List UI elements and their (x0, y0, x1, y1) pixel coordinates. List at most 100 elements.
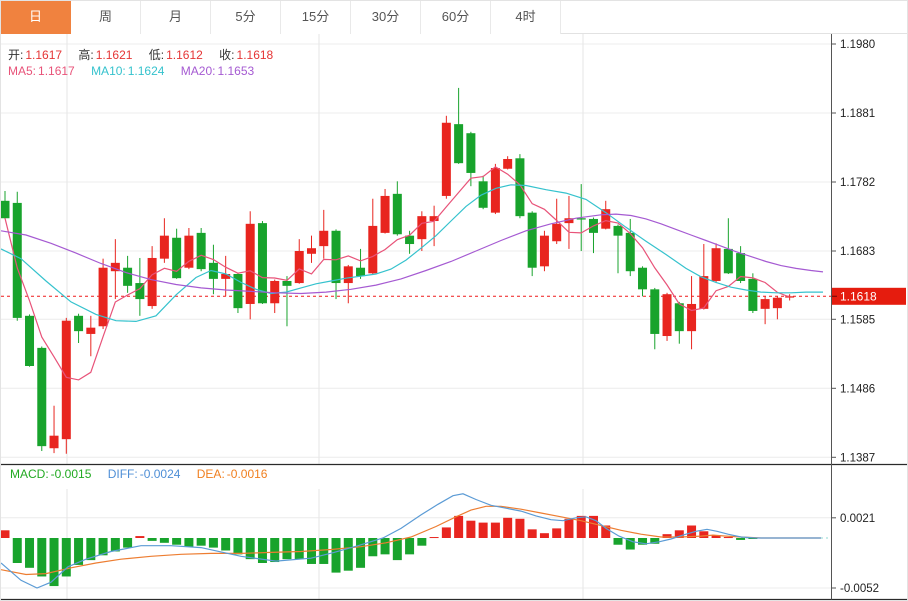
ma20-readout: MA20:1.1653 (181, 64, 254, 78)
macd-bar (197, 538, 206, 546)
candle-body (13, 203, 22, 318)
candle-body (148, 258, 157, 306)
chart-frame (1, 34, 908, 600)
close-readout: 收:1.1618 (219, 48, 273, 62)
candle-body (675, 303, 684, 331)
candle-body (356, 268, 365, 276)
candle-body (74, 316, 83, 331)
macd-bar (282, 538, 291, 559)
candle-body (332, 231, 341, 283)
candle-body (282, 281, 291, 286)
axis-label: 0.0021 (840, 513, 875, 525)
candle-body (344, 266, 353, 283)
macd-bar (614, 538, 623, 545)
macd-bar (724, 537, 733, 538)
macd-bar (135, 536, 144, 538)
macd-bar (577, 516, 586, 538)
candle-body (515, 158, 524, 216)
candle-body (454, 124, 463, 163)
axis-label: 1.1782 (840, 177, 875, 189)
macd-bar (491, 523, 500, 538)
macd-bar (381, 538, 390, 554)
candle-body (37, 348, 46, 446)
macd-bar (25, 538, 34, 568)
macd-readout: MACD:-0.0015 DIFF:-0.0024 DEA:-0.0016 (10, 467, 280, 481)
ohlc-readout: 开:1.1617 高:1.1621 低:1.1612 收:1.1618 (8, 46, 286, 63)
macd-bar (699, 531, 708, 538)
candle-body (381, 196, 390, 233)
candle-body (687, 304, 696, 331)
gridlines (1, 34, 831, 599)
candle-body (221, 274, 230, 279)
macd-bar (233, 538, 242, 554)
candle-body (307, 248, 316, 254)
candle-body (552, 224, 561, 241)
candle-body (528, 213, 537, 268)
candle-body (712, 248, 721, 281)
tab-week[interactable]: 周 (71, 1, 141, 34)
candle-body (62, 321, 71, 439)
macd-value-readout: MACD:-0.0015 (10, 467, 91, 481)
candle-body (773, 298, 782, 308)
tab-month[interactable]: 月 (141, 1, 211, 34)
macd-bar (148, 538, 157, 541)
open-readout: 开:1.1617 (8, 48, 62, 62)
candlestick-macd-chart[interactable]: 1.19801.18811.17821.16831.15851.14861.13… (1, 1, 908, 601)
macd-bar (356, 538, 365, 568)
macd-bar (246, 538, 255, 559)
macd-bar (344, 538, 353, 571)
candle-body (503, 159, 512, 169)
candle-body (540, 236, 549, 267)
macd-bar (295, 538, 304, 559)
candle-body (197, 233, 206, 269)
tab-30min[interactable]: 30分 (351, 1, 421, 34)
macd-bar (184, 538, 193, 547)
candle-body (295, 251, 304, 283)
macd-bar (552, 528, 561, 538)
macd-bar (332, 538, 341, 573)
candle-body (123, 268, 132, 286)
dea-value-readout: DEA:-0.0016 (197, 467, 268, 481)
candle-body (614, 226, 623, 236)
ma10-readout: MA10:1.1624 (91, 64, 164, 78)
macd-bar (515, 519, 524, 538)
axis-label: 1.1486 (840, 383, 875, 395)
macd-bar (430, 537, 439, 538)
candle-body (417, 216, 426, 239)
axis-label: -0.0052 (840, 583, 879, 595)
tab-day[interactable]: 日 (1, 1, 71, 34)
low-readout: 低:1.1612 (149, 48, 203, 62)
tab-4hour[interactable]: 4时 (491, 1, 561, 34)
trading-chart-app: 日 周 月 5分 15分 30分 60分 4时 1.19801.18811.17… (0, 0, 908, 601)
macd-bar (319, 538, 328, 564)
candle-body (172, 238, 181, 278)
macd-bar (503, 518, 512, 538)
candle-body (1, 201, 10, 218)
candle-body (184, 236, 193, 268)
macd-bar (37, 538, 46, 576)
macd-bar (209, 538, 218, 548)
high-readout: 高:1.1621 (78, 48, 132, 62)
axis-label: 1.1585 (840, 314, 875, 326)
macd-bar (160, 538, 169, 543)
macd-bar (736, 538, 745, 540)
timeframe-toolbar: 日 周 月 5分 15分 30分 60分 4时 (1, 1, 908, 34)
current-price-value: 1.1618 (840, 289, 877, 303)
candle-body (761, 299, 770, 309)
candle-body (724, 249, 733, 273)
macd-bar (172, 538, 181, 545)
axis-label: 1.1881 (840, 108, 875, 120)
candle-body (650, 289, 659, 334)
macd-bar (442, 527, 451, 538)
macd-bar (13, 538, 22, 563)
tab-5min[interactable]: 5分 (211, 1, 281, 34)
tab-60min[interactable]: 60分 (421, 1, 491, 34)
ma5-readout: MA5:1.1617 (8, 64, 75, 78)
macd-bar (123, 538, 132, 548)
candle-body (160, 236, 169, 259)
tab-15min[interactable]: 15分 (281, 1, 351, 34)
macd-bar (540, 533, 549, 538)
macd-bar (1, 530, 10, 538)
candle-body (86, 328, 95, 334)
macd-bar (221, 538, 230, 550)
